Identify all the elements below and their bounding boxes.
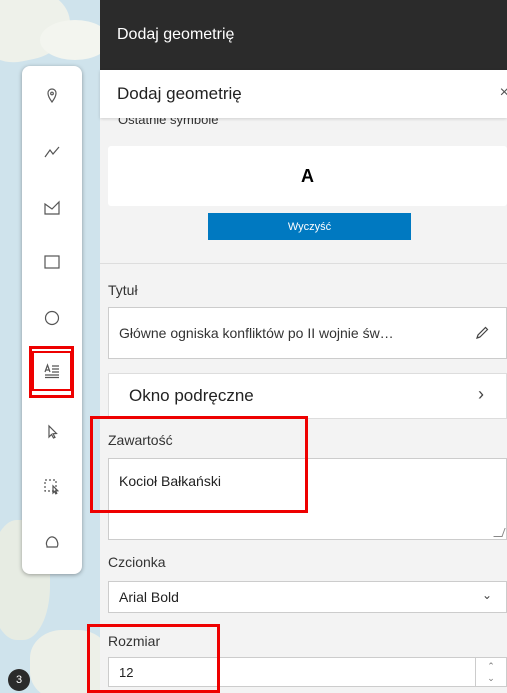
resize-handle-icon[interactable] — [493, 528, 506, 537]
polyline-tool-button[interactable] — [32, 132, 72, 172]
text-icon — [44, 363, 59, 379]
cursor-icon — [48, 424, 58, 439]
chevron-up-icon[interactable]: ⌃ — [487, 660, 495, 672]
circle-icon — [44, 310, 60, 326]
area-select-icon — [44, 479, 60, 495]
close-icon[interactable]: × — [500, 84, 507, 102]
map-count-badge: 3 — [8, 669, 30, 691]
drawing-toolbar — [22, 66, 82, 574]
map-landmass — [30, 630, 100, 693]
recent-symbols-label: Ostatnie symbole — [118, 118, 219, 127]
chevron-right-icon: › — [478, 384, 484, 404]
rectangle-tool-button[interactable] — [32, 242, 72, 282]
point-tool-button[interactable] — [32, 76, 72, 116]
popup-settings-row[interactable]: Okno podręczne › — [108, 373, 507, 419]
title-field[interactable]: Główne ogniska konfliktów po II wojnie ś… — [108, 307, 507, 359]
panel-header: Dodaj geometrię — [100, 0, 507, 70]
area-select-tool-button[interactable] — [32, 466, 72, 506]
title-label: Tytuł — [108, 282, 138, 298]
title-value: Główne ogniska konfliktów po II wojnie ś… — [119, 325, 394, 341]
popup-label: Okno podręczne — [129, 386, 254, 405]
size-stepper[interactable]: ⌃ ⌄ — [475, 658, 506, 686]
polygon-icon — [44, 200, 60, 215]
clear-button[interactable]: Wyczyść — [208, 213, 411, 240]
lasso-tool-button[interactable] — [32, 522, 72, 562]
text-tool-button[interactable] — [32, 351, 72, 391]
font-label: Czcionka — [108, 554, 166, 570]
rectangle-icon — [44, 255, 60, 269]
font-value: Arial Bold — [119, 589, 179, 605]
edit-panel: Dodaj geometrię Dodaj geometrię × Ostatn… — [100, 0, 507, 693]
map-landmass — [40, 20, 100, 60]
size-value: 12 — [119, 664, 134, 680]
select-tool-button[interactable] — [32, 412, 72, 452]
chevron-down-icon: ⌄ — [481, 588, 492, 602]
section-divider — [100, 263, 507, 264]
map-pin-icon — [47, 88, 57, 104]
content-textarea[interactable]: Kocioł Bałkański — [108, 458, 507, 540]
lasso-icon — [45, 536, 59, 548]
pencil-icon[interactable] — [474, 325, 490, 344]
content-label: Zawartość — [108, 432, 173, 448]
recent-symbol-item[interactable]: A — [108, 146, 507, 206]
polygon-tool-button[interactable] — [32, 188, 72, 228]
panel-subtitle: Dodaj geometrię — [117, 84, 242, 103]
chevron-down-icon[interactable]: ⌄ — [487, 672, 495, 684]
size-input[interactable]: 12 ⌃ ⌄ — [108, 657, 507, 687]
circle-tool-button[interactable] — [32, 298, 72, 338]
size-label: Rozmiar — [108, 633, 161, 649]
panel-subheader: Dodaj geometrię × — [100, 70, 507, 118]
content-value: Kocioł Bałkański — [119, 473, 221, 489]
polyline-icon — [44, 146, 60, 158]
font-select[interactable]: Arial Bold ⌄ — [108, 581, 507, 613]
